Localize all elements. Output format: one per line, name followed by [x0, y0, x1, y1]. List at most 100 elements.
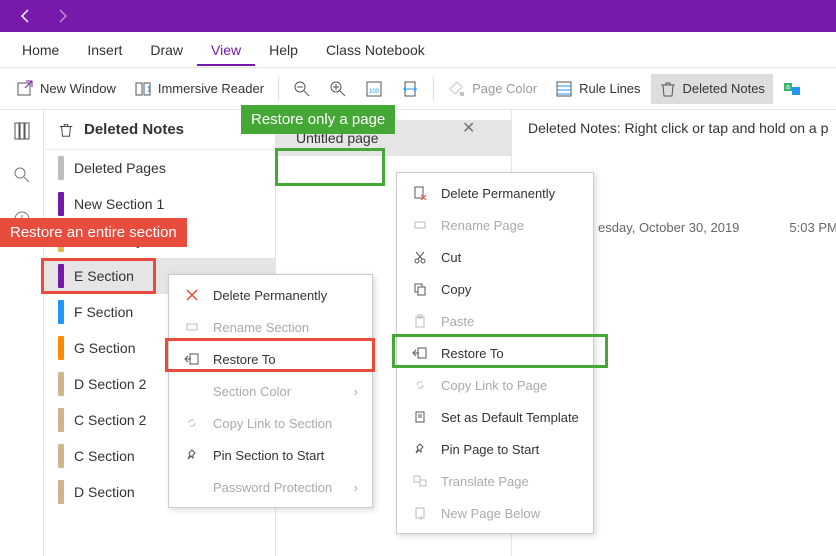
- rename-icon: [411, 216, 429, 234]
- callout-restore-section: Restore an entire section: [0, 218, 187, 247]
- new-window-icon: [16, 80, 34, 98]
- zoom-out-button[interactable]: [285, 74, 319, 104]
- ctx-label: Section Color: [213, 384, 291, 399]
- zoom-100-icon: 100: [365, 80, 383, 98]
- ctx-delete-permanently[interactable]: Delete Permanently: [169, 279, 372, 311]
- template-icon: [411, 408, 429, 426]
- ctx-new-page-below: New Page Below: [397, 497, 593, 529]
- ctx-rename-page: Rename Page: [397, 209, 593, 241]
- ctx-restore-to[interactable]: Restore To: [169, 343, 372, 375]
- section-color-tab: [58, 156, 64, 180]
- ctx-label: Translate Page: [441, 474, 529, 489]
- new-page-icon: [411, 504, 429, 522]
- section-color-tab: [58, 300, 64, 324]
- section-label: C Section 2: [74, 412, 146, 428]
- section-color-tab: [58, 408, 64, 432]
- new-window-label: New Window: [40, 81, 116, 96]
- ctx-copy-link-section: Copy Link to Section: [169, 407, 372, 439]
- ctx-label: Set as Default Template: [441, 410, 579, 425]
- menu-home[interactable]: Home: [8, 34, 73, 66]
- forward-button[interactable]: [44, 0, 80, 32]
- search-button[interactable]: [7, 160, 37, 190]
- ctx-restore-to-page[interactable]: Restore To: [397, 337, 593, 369]
- callout-restore-page: Restore only a page: [241, 105, 395, 134]
- section-item[interactable]: New Section 1: [44, 186, 275, 222]
- rule-lines-icon: [555, 80, 573, 98]
- ctx-pin-section[interactable]: Pin Section to Start: [169, 439, 372, 471]
- cut-icon: [411, 248, 429, 266]
- page-color-icon: [448, 80, 466, 98]
- zoom-in-button[interactable]: [321, 74, 355, 104]
- content-time: 5:03 PM: [789, 220, 836, 235]
- content-date: esday, October 30, 2019: [598, 220, 739, 235]
- menu-class-notebook[interactable]: Class Notebook: [312, 34, 439, 66]
- content-title: Deleted Notes: Right click or tap and ho…: [528, 120, 820, 136]
- ctx-label: Copy Link to Section: [213, 416, 332, 431]
- ctx-label: New Page Below: [441, 506, 540, 521]
- back-button[interactable]: [8, 0, 44, 32]
- toolbar-separator: [433, 77, 434, 101]
- svg-text:100: 100: [369, 89, 380, 95]
- ctx-label: Rename Section: [213, 320, 309, 335]
- sections-title: Deleted Notes: [84, 121, 184, 138]
- ctx-set-default-template[interactable]: Set as Default Template: [397, 401, 593, 433]
- rule-lines-label: Rule Lines: [579, 81, 640, 96]
- menu-help[interactable]: Help: [255, 34, 312, 66]
- ctx-paste: Paste: [397, 305, 593, 337]
- ctx-label: Pin Page to Start: [441, 442, 539, 457]
- section-item[interactable]: Deleted Pages: [44, 150, 275, 186]
- ctx-cut[interactable]: Cut: [397, 241, 593, 273]
- ctx-copy[interactable]: Copy: [397, 273, 593, 305]
- close-pages-button[interactable]: ✕: [462, 118, 475, 138]
- copy-icon: [411, 280, 429, 298]
- rule-lines-button[interactable]: Rule Lines: [547, 74, 648, 104]
- section-color-tab: [58, 336, 64, 360]
- ctx-copy-link-page: Copy Link to Page: [397, 369, 593, 401]
- menu-view[interactable]: View: [197, 34, 255, 66]
- section-label: New Section 1: [74, 196, 164, 212]
- section-color-tab: [58, 480, 64, 504]
- deleted-notes-label: Deleted Notes: [683, 81, 765, 96]
- immersive-reader-icon: [134, 80, 152, 98]
- new-window-button[interactable]: New Window: [8, 74, 124, 104]
- ctx-delete-permanently-page[interactable]: Delete Permanently: [397, 177, 593, 209]
- ctx-pin-page[interactable]: Pin Page to Start: [397, 433, 593, 465]
- restore-icon: [183, 350, 201, 368]
- paste-icon: [411, 312, 429, 330]
- menu-insert[interactable]: Insert: [73, 34, 136, 66]
- ctx-label: Copy: [441, 282, 471, 297]
- ctx-password-protection: Password Protection ›: [169, 471, 372, 503]
- page-context-menu: Delete Permanently Rename Page Cut Copy …: [396, 172, 594, 534]
- ctx-label: Rename Page: [441, 218, 524, 233]
- translate-icon: a: [783, 80, 801, 98]
- notebooks-button[interactable]: [7, 116, 37, 146]
- trash-icon: [58, 122, 74, 138]
- zoom-in-icon: [329, 80, 347, 98]
- immersive-reader-label: Immersive Reader: [158, 81, 264, 96]
- immersive-reader-button[interactable]: Immersive Reader: [126, 74, 272, 104]
- ctx-label: Delete Permanently: [441, 186, 555, 201]
- section-label: D Section: [74, 484, 135, 500]
- toolbar-separator: [278, 77, 279, 101]
- translate-icon: [411, 472, 429, 490]
- ctx-label: Restore To: [441, 346, 504, 361]
- trash-icon: [659, 80, 677, 98]
- ctx-translate-page: Translate Page: [397, 465, 593, 497]
- section-color-tab: [58, 444, 64, 468]
- page-width-button[interactable]: [393, 74, 427, 104]
- section-label: Deleted Pages: [74, 160, 166, 176]
- toolbar: New Window Immersive Reader 100 Page Col…: [0, 68, 836, 110]
- link-icon: [183, 414, 201, 432]
- zoom-100-button[interactable]: 100: [357, 74, 391, 104]
- section-label: G Section: [74, 340, 135, 356]
- pin-icon: [411, 440, 429, 458]
- translate-button[interactable]: a: [775, 74, 809, 104]
- rename-icon: [183, 318, 201, 336]
- section-label: F Section: [74, 304, 133, 320]
- ctx-section-color: Section Color ›: [169, 375, 372, 407]
- page-color-button[interactable]: Page Color: [440, 74, 545, 104]
- deleted-notes-button[interactable]: Deleted Notes: [651, 74, 773, 104]
- menu-draw[interactable]: Draw: [136, 34, 197, 66]
- ctx-label: Delete Permanently: [213, 288, 327, 303]
- page-color-label: Page Color: [472, 81, 537, 96]
